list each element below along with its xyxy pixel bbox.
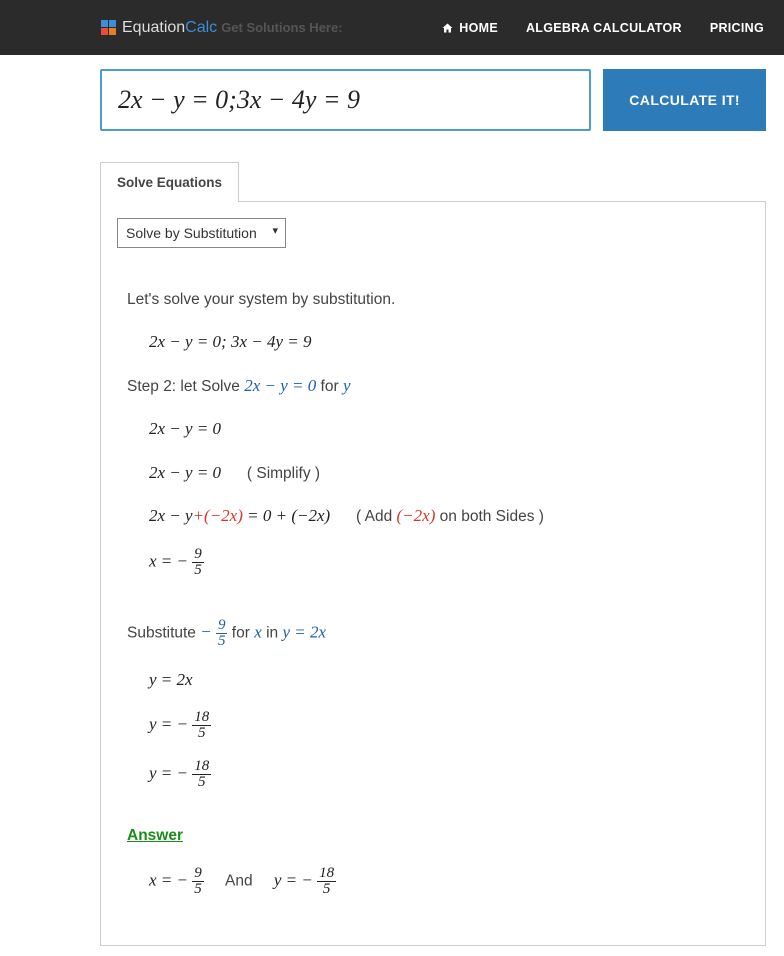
step2-var: y	[343, 376, 351, 395]
l4-pre: x = −	[149, 551, 192, 570]
y3-pre: y = −	[149, 764, 192, 783]
logo-icon	[100, 20, 116, 36]
sub-mid1: for	[232, 624, 254, 641]
sub-num: 9	[216, 618, 228, 634]
y-line-3: y = − 185	[127, 759, 739, 790]
ans-x-num: 9	[192, 866, 204, 882]
work-line-2: 2x − y = 0 ( Simplify )	[127, 460, 739, 486]
y-line-1: y = 2x	[127, 667, 739, 693]
home-icon	[441, 22, 454, 34]
top-navbar: EquationCalc Get Solutions Here: HOME AL…	[0, 0, 784, 55]
answer-label: Answer	[127, 824, 739, 847]
work-line-4: x = − 95	[127, 547, 739, 578]
ans-y-den: 5	[317, 882, 336, 897]
l4-den: 5	[192, 563, 204, 578]
ans-x-pre: x = −	[149, 870, 192, 889]
y3-num: 18	[192, 759, 211, 775]
tab-solve-equations[interactable]: Solve Equations	[100, 162, 239, 202]
nav-algebra[interactable]: ALGEBRA CALCULATOR	[526, 21, 682, 35]
logo-text-1: Equation	[122, 19, 185, 37]
sub-eq: y = 2x	[282, 622, 326, 641]
equation-input[interactable]	[100, 69, 591, 131]
logo-text-2: Calc	[185, 19, 217, 37]
l3-left: 2x − y	[149, 506, 193, 525]
step2-eq: 2x − y = 0	[244, 376, 316, 395]
ans-y-pre: y = −	[274, 870, 317, 889]
tagline: Get Solutions Here:	[221, 20, 342, 35]
main-container: CALCULATE IT! Solve Equations Solve by S…	[0, 55, 784, 946]
method-select[interactable]: Solve by Substitution	[117, 218, 286, 248]
y3-den: 5	[192, 775, 211, 790]
solution-content: Let's solve your system by substitution.…	[117, 288, 749, 897]
sub-x: x	[254, 622, 262, 641]
ans-and: And	[225, 872, 253, 889]
input-row: CALCULATE IT!	[100, 69, 766, 131]
y2-den: 5	[192, 726, 211, 741]
sub-den: 5	[216, 634, 228, 649]
l3-note-pre: ( Add	[356, 508, 397, 525]
calculate-button[interactable]: CALCULATE IT!	[603, 69, 766, 131]
l4-num: 9	[192, 547, 204, 563]
nav-home[interactable]: HOME	[441, 21, 498, 35]
work-line-2-eq: 2x − y = 0	[149, 463, 221, 482]
sub-pre: Substitute	[127, 624, 200, 641]
y-line-2: y = − 185	[127, 710, 739, 741]
nav-home-label: HOME	[459, 21, 498, 35]
work-line-1: 2x − y = 0	[127, 416, 739, 442]
y2-num: 18	[192, 710, 211, 726]
step2-line: Step 2: let Solve 2x − y = 0 for y	[127, 373, 739, 399]
system-equation: 2x − y = 0; 3x − 4y = 9	[127, 329, 739, 355]
solution-panel: Solve by Substitution Let's solve your s…	[100, 201, 766, 946]
work-line-2-note: ( Simplify )	[247, 465, 320, 482]
nav-links: HOME ALGEBRA CALCULATOR PRICING	[441, 21, 764, 35]
l3-note-post: on both Sides )	[435, 508, 544, 525]
substitute-line: Substitute − 95 for x in y = 2x	[127, 618, 739, 649]
intro-text: Let's solve your system by substitution.	[127, 288, 739, 311]
work-line-3: 2x − y+(−2x) = 0 + (−2x) ( Add (−2x) on …	[127, 503, 739, 529]
l3-note-red: (−2x)	[397, 506, 436, 525]
l3-right: = 0 + (−2x)	[243, 506, 330, 525]
y2-pre: y = −	[149, 715, 192, 734]
step2-pre: Step 2: let Solve	[127, 378, 244, 395]
step2-mid: for	[321, 378, 343, 395]
answer-line: x = − 95 And y = − 185	[127, 866, 739, 897]
l3-add: +(−2x)	[193, 506, 243, 525]
ans-x-den: 5	[192, 882, 204, 897]
sub-mid2: in	[266, 624, 282, 641]
nav-pricing[interactable]: PRICING	[710, 21, 764, 35]
ans-y-num: 18	[317, 866, 336, 882]
logo[interactable]: EquationCalc Get Solutions Here:	[100, 19, 343, 37]
